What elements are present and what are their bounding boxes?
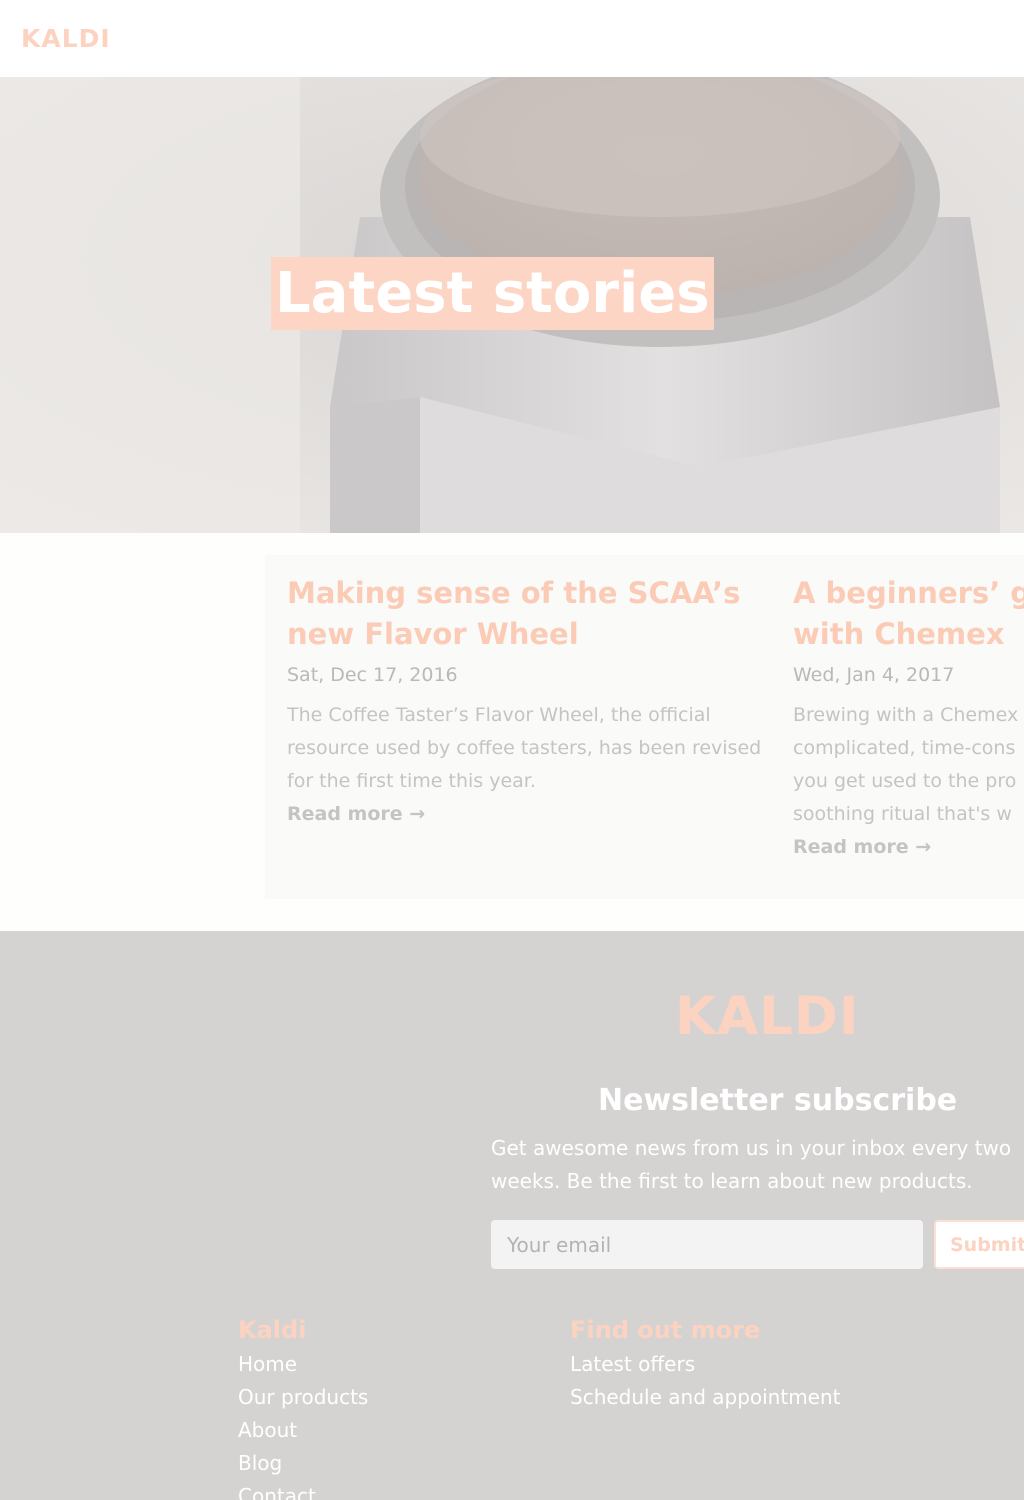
footer-column-find-out-more: Find out more Latest offers Schedule and…	[570, 1312, 841, 1414]
footer-link-latest-offers[interactable]: Latest offers	[570, 1348, 841, 1381]
story-excerpt: The Coffee Taster’s Flavor Wheel, the of…	[287, 699, 771, 798]
read-more-link[interactable]: Read more →	[287, 798, 771, 831]
email-input[interactable]	[491, 1220, 923, 1269]
story-excerpt-line: Brewing with a Chemex	[793, 704, 1019, 726]
newsletter-title: Newsletter subscribe	[598, 1083, 958, 1118]
newsletter-description: Get awesome news from us in your inbox e…	[491, 1132, 1024, 1198]
footer-link-schedule-appointment[interactable]: Schedule and appointment	[570, 1381, 841, 1414]
read-more-link[interactable]: Read more →	[793, 831, 1024, 864]
page-title: Latest stories	[271, 257, 714, 330]
story-card: Making sense of the SCAA’s new Flavor Wh…	[287, 573, 771, 831]
stories-section: Making sense of the SCAA’s new Flavor Wh…	[0, 533, 1024, 931]
story-excerpt-line: for the first time this year.	[287, 770, 536, 792]
footer-column-kaldi: Kaldi Home Our products About Blog Conta…	[238, 1312, 368, 1500]
story-title-line[interactable]: new Flavor Wheel	[287, 614, 771, 655]
footer-link-about[interactable]: About	[238, 1414, 368, 1447]
submit-button[interactable]: Submit	[934, 1220, 1024, 1269]
footer-link-blog[interactable]: Blog	[238, 1447, 368, 1480]
story-title-line[interactable]: A beginners’ gu	[793, 573, 1024, 614]
story-excerpt-line: you get used to the pro	[793, 770, 1017, 792]
footer-link-home[interactable]: Home	[238, 1348, 368, 1381]
site-logo[interactable]: KALDI	[21, 24, 111, 53]
story-date: Sat, Dec 17, 2016	[287, 664, 458, 686]
footer-column-title: Kaldi	[238, 1316, 307, 1344]
footer-logo: KALDI	[675, 986, 860, 1047]
story-date: Wed, Jan 4, 2017	[793, 664, 955, 686]
story-title-line[interactable]: Making sense of the SCAA’s	[287, 573, 771, 614]
newsletter-description-line: weeks. Be the first to learn about new p…	[491, 1169, 973, 1193]
site-footer: KALDI Newsletter subscribe Get awesome n…	[0, 931, 1024, 1500]
newsletter-description-line: Get awesome news from us in your inbox e…	[491, 1136, 1012, 1160]
hero-banner: Latest stories	[0, 77, 1024, 533]
story-excerpt-line: soothing ritual that's w	[793, 803, 1012, 825]
story-excerpt-line: complicated, time-cons	[793, 737, 1016, 759]
story-card: A beginners’ gu with Chemex Wed, Jan 4, …	[793, 573, 1024, 864]
footer-link-contact[interactable]: Contact	[238, 1480, 368, 1500]
story-excerpt-line: The Coffee Taster’s Flavor Wheel, the of…	[287, 704, 711, 726]
story-excerpt-line: resource used by coffee tasters, has bee…	[287, 737, 762, 759]
story-title-line[interactable]: with Chemex	[793, 614, 1024, 655]
footer-column-title: Find out more	[570, 1316, 761, 1344]
stories-carousel: Making sense of the SCAA’s new Flavor Wh…	[265, 555, 1024, 899]
story-excerpt: Brewing with a Chemex complicated, time-…	[793, 699, 1024, 831]
footer-link-our-products[interactable]: Our products	[238, 1381, 368, 1414]
top-navbar: KALDI	[0, 0, 1024, 77]
